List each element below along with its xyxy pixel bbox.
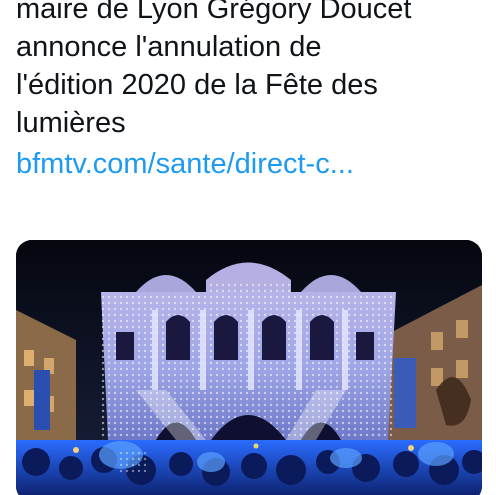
tweet-text-line: lumières [16,107,126,139]
tweet-text: maire de Lyon Grégory Doucet annonce l'a… [16,0,486,183]
tweet: maire de Lyon Grégory Doucet annonce l'a… [0,0,496,495]
tweet-text-line: maire de Lyon Grégory Doucet [16,0,412,25]
article-link[interactable]: bfmtv.com/sante/direct-c... [16,145,486,183]
photo-illustration [16,240,482,495]
tweet-text-line: annonce l'annulation de [16,31,322,63]
tweet-text-line: l'édition 2020 de la Fête des [16,69,378,101]
theatre-facade [101,262,396,442]
tweet-media-photo[interactable] [16,240,482,495]
crowd [16,440,482,495]
